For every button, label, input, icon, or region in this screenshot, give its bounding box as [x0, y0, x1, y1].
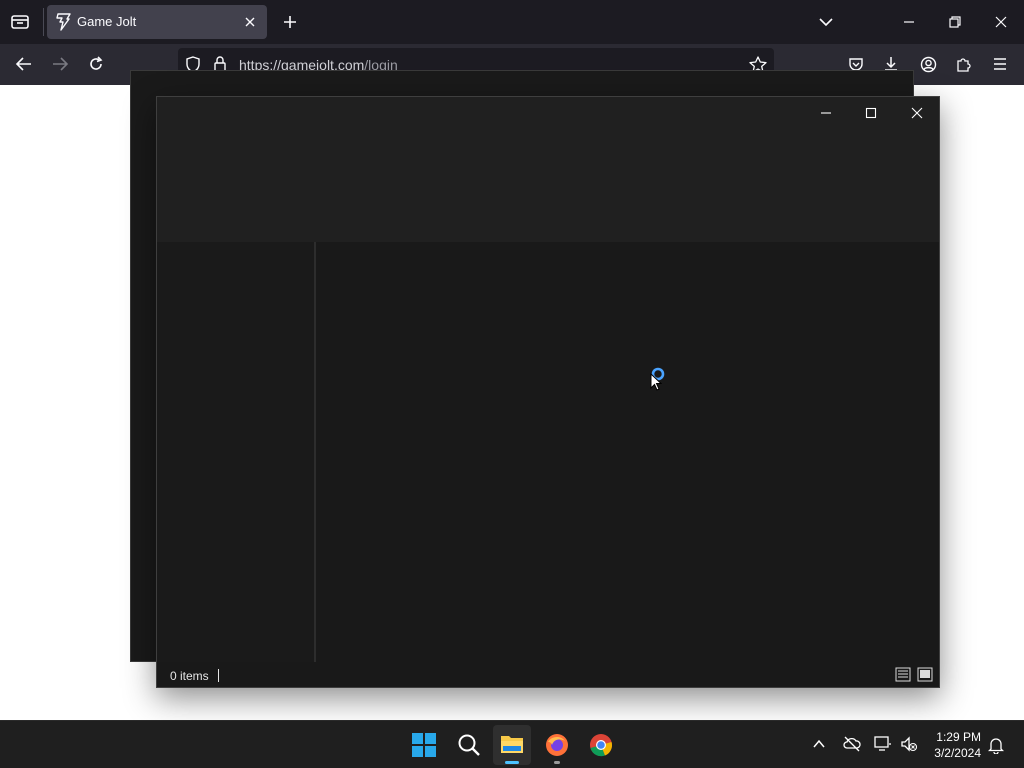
menu-hamburger-icon[interactable]	[982, 48, 1018, 80]
close-icon[interactable]	[899, 97, 935, 129]
minimize-icon[interactable]	[808, 97, 844, 129]
clock-date: 3/2/2024	[934, 746, 981, 760]
new-tab-icon[interactable]	[272, 6, 308, 38]
reload-icon[interactable]	[78, 48, 114, 80]
file-list-pane[interactable]	[316, 242, 939, 662]
large-icons-view-icon[interactable]	[917, 667, 933, 682]
windows-start-icon[interactable]	[412, 733, 436, 757]
maximize-icon[interactable]	[853, 97, 889, 129]
explorer-header	[157, 97, 939, 242]
network-icon[interactable]	[874, 736, 892, 752]
navigation-pane[interactable]	[157, 242, 316, 662]
tab-overflow-chevron-down-icon[interactable]	[808, 6, 844, 38]
tab-divider	[43, 8, 44, 36]
details-view-icon[interactable]	[895, 667, 911, 682]
tab-title: Game Jolt	[77, 14, 137, 29]
firefox-icon[interactable]	[545, 733, 569, 757]
game-jolt-favicon-icon	[55, 13, 71, 31]
minimize-icon[interactable]	[891, 6, 927, 38]
clock[interactable]: 1:29 PM 3/2/2024	[934, 729, 981, 761]
notification-bell-icon[interactable]	[988, 736, 1004, 754]
active-app-indicator	[505, 761, 519, 764]
taskbar: 1:29 PM 3/2/2024	[0, 720, 1024, 768]
mouse-cursor-icon	[650, 373, 662, 392]
volume-muted-icon[interactable]	[900, 736, 918, 752]
back-arrow-icon[interactable]	[6, 48, 42, 80]
account-icon[interactable]	[910, 48, 946, 80]
list-all-tabs-icon[interactable]	[2, 6, 38, 38]
clock-time: 1:29 PM	[936, 730, 981, 744]
running-app-indicator	[554, 761, 560, 764]
close-window-icon[interactable]	[983, 6, 1019, 38]
file-explorer-folder-icon	[500, 733, 524, 755]
show-hidden-icons-chevron-up-icon[interactable]	[812, 737, 826, 751]
restore-icon[interactable]	[937, 6, 973, 38]
forward-arrow-icon[interactable]	[42, 48, 78, 80]
search-icon[interactable]	[457, 733, 481, 757]
tab-game-jolt[interactable]: Game Jolt	[47, 5, 267, 39]
close-tab-icon[interactable]	[243, 15, 257, 29]
browser-tab-bar: Game Jolt	[0, 0, 1024, 44]
taskbar-item-file-explorer[interactable]	[493, 725, 531, 765]
extensions-puzzle-icon[interactable]	[946, 48, 982, 80]
status-bar: 0 items	[157, 663, 939, 687]
onedrive-offline-cloud-icon[interactable]	[843, 736, 861, 752]
item-count: 0 items	[170, 669, 209, 683]
chrome-icon[interactable]	[589, 733, 613, 757]
status-separator	[218, 669, 219, 682]
explorer-window[interactable]: 0 items	[156, 96, 940, 688]
